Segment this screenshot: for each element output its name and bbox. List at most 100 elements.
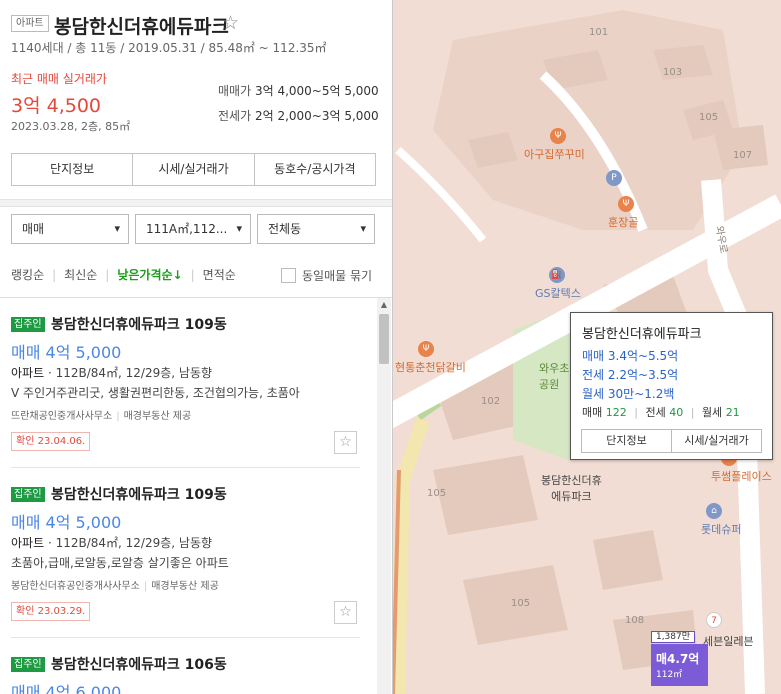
building — [433, 455, 538, 535]
favorite-star-icon[interactable]: ☆ — [334, 431, 357, 454]
count-divider: | — [634, 406, 638, 419]
jeonse-price-range: 전세가 2억 2,000~3억 5,000 — [218, 107, 379, 124]
sort-area[interactable]: 면적순 — [203, 266, 236, 283]
listing-title: 봉담한신더휴에듀파크 109동 — [51, 317, 227, 333]
marker-body: 매4.7억 112㎡ — [651, 644, 708, 686]
sort-latest[interactable]: 최신순 — [64, 266, 97, 283]
restaurant-icon[interactable]: Ψ — [618, 196, 634, 212]
listing-spec-detail: · 112B/84㎡, 12/29층, 남동향 — [44, 366, 213, 380]
tab-unit-public-price[interactable]: 동호수/공시가격 — [254, 154, 375, 185]
section-divider — [0, 199, 392, 207]
listing-description: 초품아,급매,로알동,로알층 살기좋은 아파트 — [11, 556, 229, 570]
listing-item[interactable]: 집주인 봉담한신더휴에듀파크 109동 매매 4억 5,000 아파트 · 11… — [11, 317, 361, 467]
confirm-date-badge: 확인 23.04.06. — [11, 432, 91, 451]
building-number: 105 — [511, 598, 531, 609]
count-monthly-label: 월세 — [701, 406, 723, 419]
favorite-star-icon[interactable]: ☆ — [334, 601, 357, 624]
sort-divider: | — [52, 267, 57, 282]
count-divider: | — [690, 406, 695, 419]
complex-map-popup: 봉담한신더휴에듀파크 매매 3.4억~5.5억 전세 2.2억~3.5억 월세 … — [570, 312, 773, 460]
complex-map-label[interactable]: 봉담한신더휴 에듀파크 — [541, 472, 602, 504]
price-marker[interactable]: 1,387만 매4.7억 112㎡ — [651, 631, 708, 694]
listing-agent: 봉담한신더휴공인중개사사무소 | 매경부동산 제공 — [11, 577, 219, 592]
building — [593, 530, 663, 590]
restaurant-icon[interactable]: Ψ — [550, 128, 566, 144]
popup-jeonse-range: 전세 2.2억~3.5억 — [582, 368, 679, 382]
poi-supermarket[interactable]: 롯데슈퍼 — [701, 521, 741, 537]
listing-spec: 아파트 · 112B/84㎡, 12/29층, 남동향 — [11, 534, 212, 551]
convenience-store-icon[interactable]: 7 — [706, 612, 722, 628]
building-number: 105 — [427, 488, 447, 499]
poi-restaurant[interactable]: 아구집쭈꾸미 — [524, 146, 585, 162]
listing-scrollbar[interactable]: ▲ — [377, 298, 391, 694]
sale-price-range: 매매가 3억 4,000~5억 5,000 — [218, 82, 379, 99]
listing-item[interactable]: 집주인 봉담한신더휴에듀파크 106동 매매 4억 6,000 — [11, 657, 361, 694]
listing-divider — [11, 637, 360, 638]
dong-value: 전체동 — [268, 222, 302, 236]
agent-name: 봉담한신더휴공인중개사사무소 — [11, 581, 140, 592]
agent-divider: | — [116, 411, 120, 422]
building-number: 105 — [699, 112, 719, 123]
listing-type: 아파트 — [11, 366, 45, 380]
scroll-thumb[interactable] — [379, 314, 389, 364]
owner-badge: 집주인 — [11, 317, 45, 332]
listing-price: 매매 4억 5,000 — [11, 343, 122, 362]
poi-convenience-store[interactable]: 세븐일레븐 — [703, 633, 754, 649]
recent-date: 2023.03.28, 2층, 85㎡ — [11, 120, 131, 133]
popup-info-button[interactable]: 단지정보 — [582, 430, 672, 452]
popup-title[interactable]: 봉담한신더휴에듀파크 — [582, 323, 702, 342]
owner-badge: 집주인 — [11, 487, 45, 502]
poi-school[interactable]: 와우초 공원 — [539, 360, 569, 392]
trade-type-value: 매매 — [22, 222, 45, 236]
marker-price: 매4.7억 — [656, 652, 700, 666]
sort-ranking[interactable]: 랭킹순 — [11, 266, 44, 283]
sort-options: 랭킹순 | 최신순 | 낮은가격순↓ | 면적순 — [11, 266, 244, 283]
count-sale: 122 — [605, 406, 627, 419]
poi-restaurant[interactable]: 훈장골 — [608, 214, 638, 230]
listing-divider — [11, 467, 360, 468]
provider-name: 매경부동산 제공 — [123, 411, 192, 422]
fuel-icon[interactable]: ⛽ — [549, 267, 565, 283]
chevron-down-icon: ▾ — [114, 222, 120, 235]
tab-complex-info[interactable]: 단지정보 — [12, 154, 134, 185]
listing-type: 아파트 — [11, 536, 45, 550]
sort-divider: | — [190, 267, 195, 282]
provider-name: 매경부동산 제공 — [151, 581, 219, 592]
shopping-icon[interactable]: ⌂ — [706, 503, 722, 519]
same-listing-label: 동일매물 묶기 — [302, 269, 373, 283]
poi-cafe[interactable]: 투썸플레이스 — [711, 468, 772, 484]
building-number: 102 — [481, 396, 501, 407]
trade-type-select[interactable]: 매매 ▾ — [11, 214, 129, 244]
count-jeonse-label: 전세 — [645, 406, 666, 419]
count-jeonse: 40 — [669, 406, 684, 419]
confirm-date-badge: 확인 23.03.29. — [11, 602, 91, 621]
popup-listing-counts: 매매 122 | 전세 40 | 월세 21 — [582, 404, 740, 420]
listing-description: V 주인거주관리굿, 생활권편리한동, 조건협의가능, 초품아 — [11, 386, 300, 400]
building — [653, 45, 713, 80]
same-listing-checkbox[interactable] — [281, 268, 296, 283]
popup-monthly-range: 월세 30만~1.2백 — [582, 387, 675, 401]
listing-title: 봉담한신더휴에듀파크 109동 — [51, 487, 227, 503]
listing-price: 매매 4억 5,000 — [11, 513, 122, 532]
building-number: 101 — [589, 27, 609, 38]
favorite-star-icon[interactable]: ☆ — [222, 12, 239, 34]
poi-gas-station[interactable]: GS칼텍스 — [535, 285, 581, 301]
building-number: 107 — [733, 150, 753, 161]
recent-price: 3억 4,500 — [11, 95, 102, 117]
dong-select[interactable]: 전체동 ▾ — [257, 214, 375, 244]
area-select[interactable]: 111A㎡,112... ▾ — [135, 214, 251, 244]
poi-restaurant[interactable]: 현통춘천닭갈비 — [395, 359, 466, 375]
scroll-up-arrow-icon[interactable]: ▲ — [377, 298, 391, 312]
complex-info: 1140세대 / 총 11동 / 2019.05.31 / 85.48㎡ ~ 1… — [11, 41, 327, 55]
restaurant-icon[interactable]: Ψ — [418, 341, 434, 357]
parking-icon[interactable]: P — [606, 170, 622, 186]
popup-sale-range: 매매 3.4억~5.5억 — [582, 349, 679, 363]
sort-low-price[interactable]: 낮은가격순↓ — [117, 266, 182, 283]
sale-price-value: 3억 4,000~5억 5,000 — [254, 84, 379, 98]
tab-market-price[interactable]: 시세/실거래가 — [133, 154, 255, 185]
recent-price-label: 최근 매매 실거래가 — [11, 72, 107, 86]
list-divider — [0, 297, 392, 298]
listing-item[interactable]: 집주인 봉담한신더휴에듀파크 109동 매매 4억 5,000 아파트 · 11… — [11, 487, 361, 637]
sale-price-label: 매매가 — [218, 84, 252, 98]
popup-price-button[interactable]: 시세/실거래가 — [672, 430, 761, 452]
